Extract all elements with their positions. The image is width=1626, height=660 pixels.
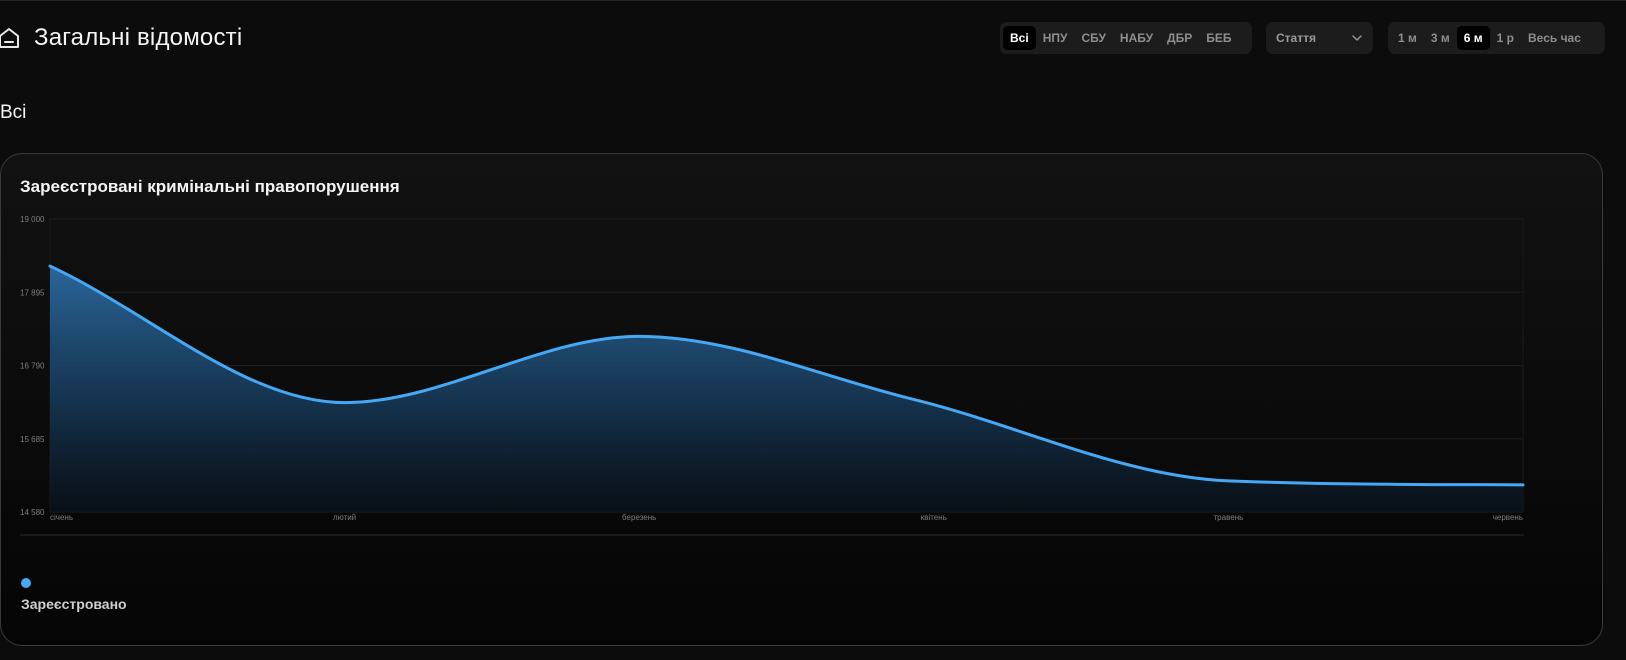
legend-marker <box>21 578 31 588</box>
y-tick-label: 19 000 <box>20 215 45 224</box>
agency-option[interactable]: НАБУ <box>1113 26 1160 50</box>
x-tick-label: квітень <box>921 513 947 522</box>
home-icon[interactable] <box>0 26 20 50</box>
agency-option[interactable]: НПУ <box>1036 26 1075 50</box>
legend-label: Зареєстровано <box>21 596 127 612</box>
top-divider <box>0 0 1626 1</box>
x-tick-label: березень <box>622 513 656 522</box>
x-tick-label: червень <box>1493 513 1523 522</box>
period-filter: 1 м3 м6 м1 р Весь час <box>1388 22 1605 54</box>
y-tick-label: 14 580 <box>20 508 45 517</box>
section-title: Всі <box>0 102 27 123</box>
page: Загальні відомості Всі НПУ СБУ НАБУ ДБР БЕБ С… <box>0 0 1626 660</box>
x-tick-label: лютий <box>333 513 356 522</box>
chart-card: Зареєстровані кримінальні правопорушення… <box>0 153 1603 646</box>
header: Загальні відомості Всі НПУ СБУ НАБУ ДБР БЕБ С… <box>0 22 1626 58</box>
y-tick-label: 15 685 <box>20 435 45 444</box>
article-select[interactable]: Стаття <box>1266 22 1373 54</box>
period-option[interactable]: 1 м <box>1391 26 1424 50</box>
area-chart: 14 580 15 685 16 790 17 895 19 000 січень люти… <box>20 215 1525 536</box>
agency-filter: Всі НПУ СБУ НАБУ ДБР БЕБ <box>1000 22 1252 54</box>
agency-option[interactable]: СБУ <box>1074 26 1112 50</box>
agency-option[interactable]: БЕБ <box>1199 26 1238 50</box>
page-title: Загальні відомості <box>34 24 243 51</box>
agency-option[interactable]: ДБР <box>1160 26 1199 50</box>
x-tick-label: січень <box>50 513 73 522</box>
period-option[interactable]: Весь час <box>1521 26 1588 50</box>
chevron-down-icon <box>1352 35 1362 41</box>
agency-option[interactable]: Всі <box>1003 26 1036 50</box>
x-tick-label: травень <box>1214 513 1244 522</box>
article-select-value: Стаття <box>1276 31 1316 45</box>
y-tick-label: 16 790 <box>20 362 45 371</box>
y-tick-label: 17 895 <box>20 288 45 297</box>
period-option[interactable]: 6 м <box>1456 26 1490 50</box>
period-option[interactable]: 1 р <box>1490 26 1521 50</box>
period-option[interactable]: 3 м <box>1424 26 1457 50</box>
